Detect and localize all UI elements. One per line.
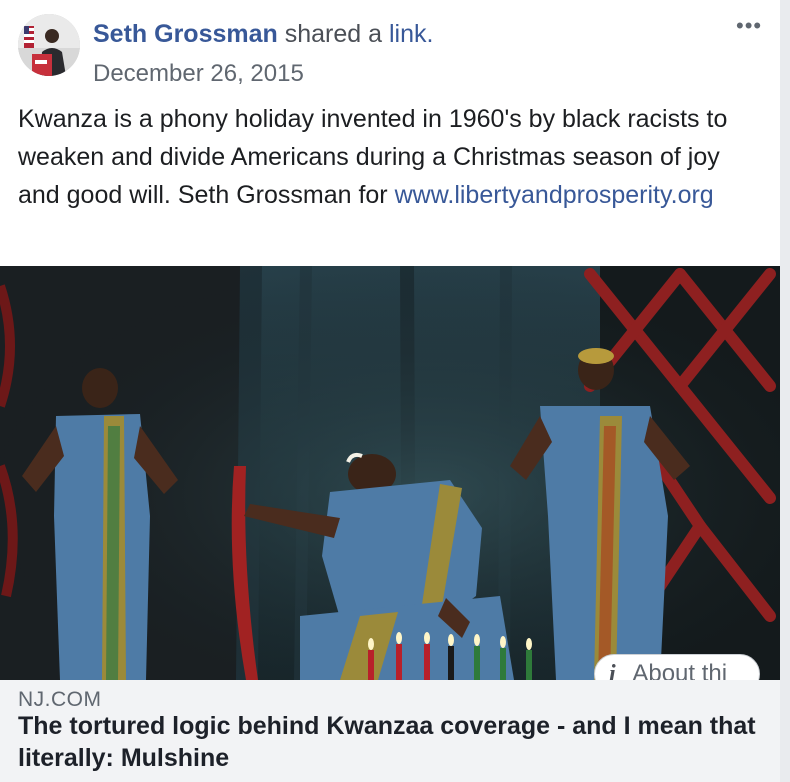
kwanzaa-dancers-photo bbox=[0, 266, 780, 680]
avatar-photo bbox=[18, 14, 80, 76]
link-domain: NJ.COM bbox=[18, 688, 102, 711]
link-title[interactable]: The tortured logic behind Kwanzaa covera… bbox=[18, 710, 758, 774]
link-preview-image[interactable] bbox=[0, 266, 780, 680]
author-name-link[interactable]: Seth Grossman bbox=[93, 20, 278, 48]
shared-link-word[interactable]: link. bbox=[389, 20, 433, 48]
post-attribution: Seth Grossman shared a link. bbox=[93, 18, 433, 50]
post-body: Kwanza is a phony holiday invented in 19… bbox=[18, 100, 758, 214]
feed-background-edge bbox=[780, 0, 790, 782]
more-horizontal-icon[interactable]: ••• bbox=[736, 15, 770, 37]
post-timestamp[interactable]: December 26, 2015 bbox=[93, 58, 304, 90]
shared-text: shared a bbox=[284, 20, 383, 48]
post-body-url[interactable]: www.libertyandprosperity.org bbox=[395, 181, 714, 209]
post-header: Seth Grossman shared a link. December 26… bbox=[0, 0, 790, 100]
link-preview-meta[interactable]: NJ.COM The tortured logic behind Kwanzaa… bbox=[0, 680, 780, 782]
author-avatar[interactable] bbox=[18, 14, 80, 76]
